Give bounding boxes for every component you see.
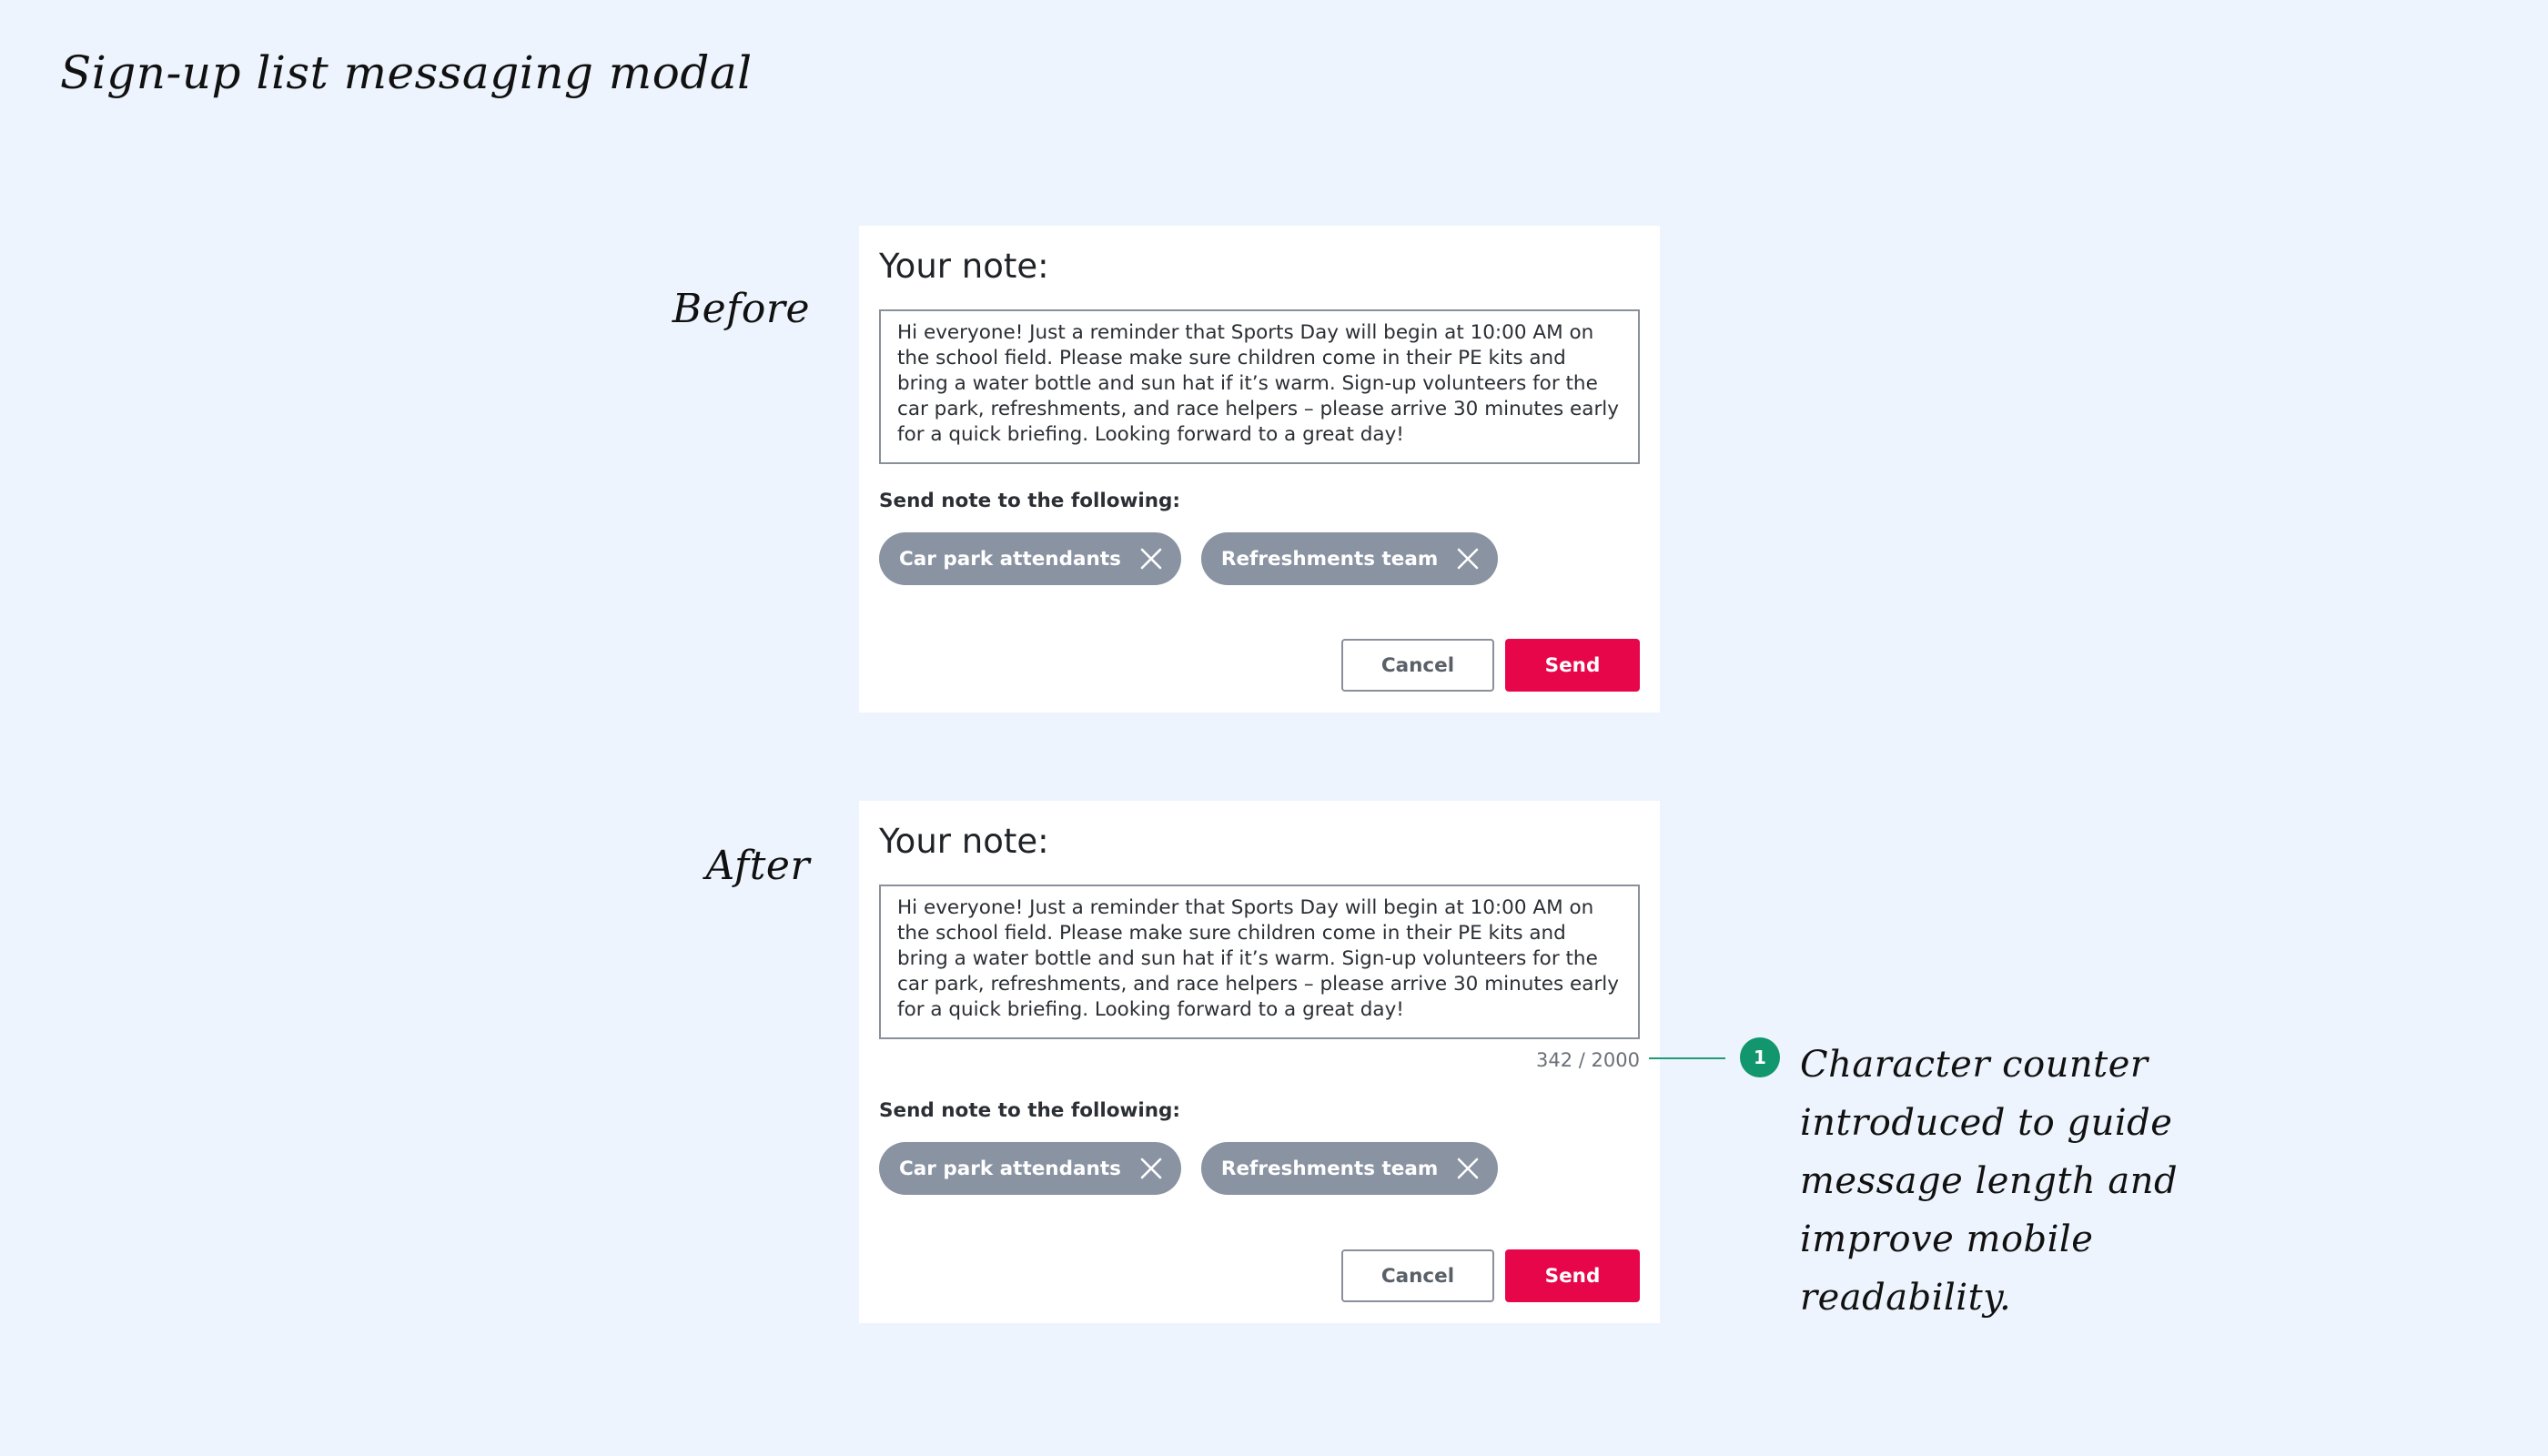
close-icon[interactable] xyxy=(1456,547,1480,571)
cancel-button[interactable]: Cancel xyxy=(1341,1249,1494,1302)
send-button[interactable]: Send xyxy=(1505,639,1640,692)
before-label: Before xyxy=(672,286,810,332)
recipient-chip-car-park: Car park attendants xyxy=(879,1142,1181,1195)
note-textarea[interactable]: Hi everyone! Just a reminder that Sports… xyxy=(879,885,1640,1039)
modal-actions: Cancel Send xyxy=(1341,639,1640,692)
messaging-modal-before: Your note: Hi everyone! Just a reminder … xyxy=(859,226,1660,713)
annotation-badge: 1 xyxy=(1740,1037,1780,1077)
note-title: Your note: xyxy=(879,247,1049,286)
cancel-button[interactable]: Cancel xyxy=(1341,639,1494,692)
chip-label: Refreshments team xyxy=(1220,1157,1439,1180)
send-button[interactable]: Send xyxy=(1505,1249,1640,1302)
after-label: After xyxy=(705,843,810,889)
recipients-label: Send note to the following: xyxy=(879,490,1181,512)
close-icon[interactable] xyxy=(1139,547,1163,571)
messaging-modal-after: Your note: Hi everyone! Just a reminder … xyxy=(859,801,1660,1323)
close-icon[interactable] xyxy=(1139,1157,1163,1180)
recipient-chips: Car park attendants Refreshments team xyxy=(879,532,1499,585)
recipients-label: Send note to the following: xyxy=(879,1099,1181,1122)
note-title: Your note: xyxy=(879,822,1049,861)
recipient-chip-car-park: Car park attendants xyxy=(879,532,1181,585)
recipient-chips: Car park attendants Refreshments team xyxy=(879,1142,1499,1195)
annotation-text: Character counter introduced to guide me… xyxy=(1800,1044,2179,1319)
chip-label: Refreshments team xyxy=(1220,547,1439,571)
character-counter: 342 / 2000 xyxy=(1536,1049,1640,1071)
chip-label: Car park attendants xyxy=(899,547,1121,571)
close-icon[interactable] xyxy=(1456,1157,1480,1180)
chip-label: Car park attendants xyxy=(899,1157,1121,1180)
modal-actions: Cancel Send xyxy=(1341,1249,1640,1302)
page-title: Sign-up list messaging modal xyxy=(60,46,753,99)
note-textarea[interactable]: Hi everyone! Just a reminder that Sports… xyxy=(879,309,1640,464)
annotation-connector xyxy=(1649,1057,1725,1059)
recipient-chip-refreshments: Refreshments team xyxy=(1200,1142,1499,1195)
recipient-chip-refreshments: Refreshments team xyxy=(1200,532,1499,585)
